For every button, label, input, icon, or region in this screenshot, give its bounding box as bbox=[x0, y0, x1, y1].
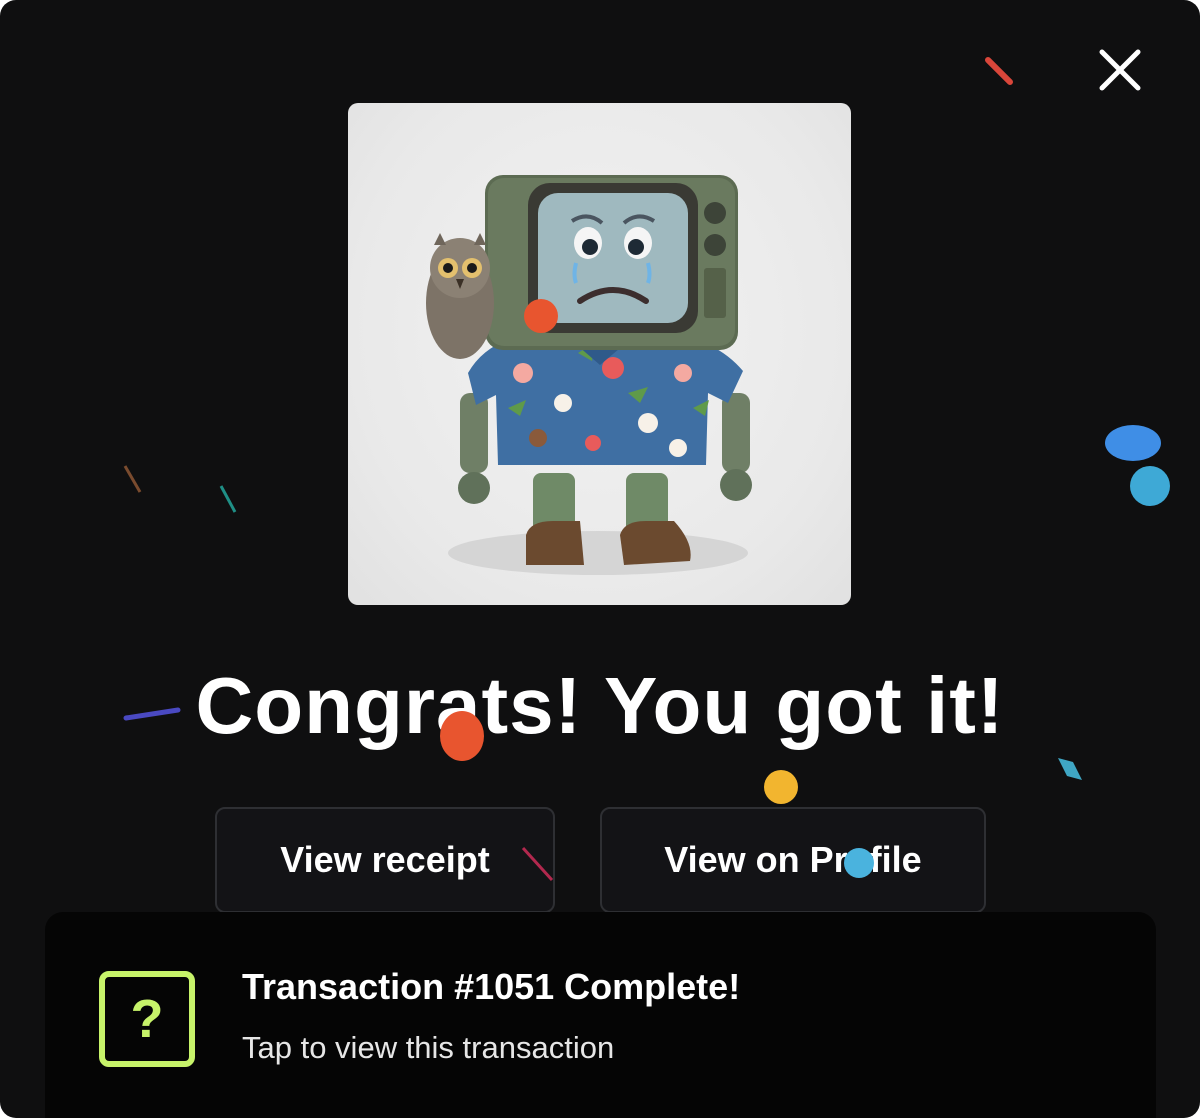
view-on-profile-label: View on Profile bbox=[664, 839, 922, 880]
view-on-profile-button[interactable]: View on Profile bbox=[600, 807, 986, 913]
view-receipt-button[interactable]: View receipt bbox=[215, 807, 555, 913]
success-dialog: Congrats! You got it! View receipt View … bbox=[0, 0, 1200, 1118]
question-icon: ? bbox=[99, 971, 195, 1067]
toast-subtitle: Tap to view this transaction bbox=[242, 1030, 615, 1065]
toast-title: Transaction #1051 Complete! bbox=[242, 966, 741, 1007]
close-button[interactable] bbox=[1094, 44, 1146, 96]
view-receipt-label: View receipt bbox=[280, 839, 490, 880]
transaction-toast[interactable]: ? Transaction #1051 Complete! Tap to vie… bbox=[45, 912, 1156, 1118]
congrats-headline: Congrats! You got it! bbox=[195, 661, 1005, 750]
close-icon bbox=[1099, 49, 1141, 91]
nft-artwork-image bbox=[348, 103, 851, 605]
